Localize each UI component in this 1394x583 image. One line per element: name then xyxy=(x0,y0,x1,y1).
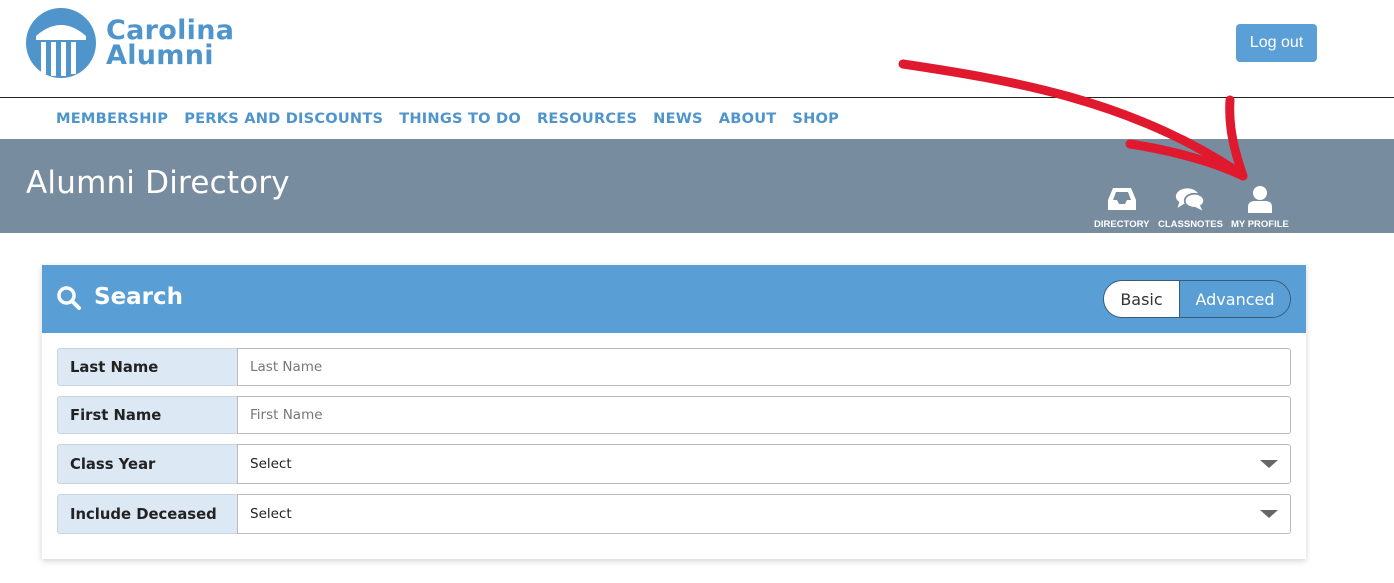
include-deceased-select[interactable]: Select xyxy=(237,494,1291,534)
include-deceased-selected-value: Select xyxy=(250,506,292,522)
nav-item-resources[interactable]: RESOURCES xyxy=(537,110,637,127)
basic-search-tab[interactable]: Basic xyxy=(1104,281,1180,317)
directory-banner: Alumni Directory DIRECTORY CLASSNOTES MY… xyxy=(0,139,1394,233)
nav-item-shop[interactable]: SHOP xyxy=(792,110,839,127)
nav-item-membership[interactable]: MEMBERSHIP xyxy=(56,110,168,127)
classnotes-link[interactable]: CLASSNOTES xyxy=(1158,185,1223,230)
carolina-alumni-logo[interactable]: Carolina Alumni xyxy=(26,8,234,78)
last-name-input[interactable] xyxy=(237,348,1291,386)
directory-link[interactable]: DIRECTORY xyxy=(1094,185,1149,230)
include-deceased-row: Include Deceased Select xyxy=(57,494,1291,534)
nav-item-news[interactable]: NEWS xyxy=(653,110,703,127)
old-well-logo-icon xyxy=(26,8,96,78)
classnotes-label: CLASSNOTES xyxy=(1158,219,1223,230)
nav-item-things-to-do[interactable]: THINGS TO DO xyxy=(399,110,521,127)
nav-item-perks-and-discounts[interactable]: PERKS AND DISCOUNTS xyxy=(184,110,383,127)
main-nav: MEMBERSHIP PERKS AND DISCOUNTS THINGS TO… xyxy=(56,110,839,127)
class-year-label: Class Year xyxy=(57,444,237,484)
site-header: Carolina Alumni Log out xyxy=(0,0,1394,98)
advanced-search-tab[interactable]: Advanced xyxy=(1180,281,1290,317)
search-title: Search xyxy=(94,284,184,310)
logout-button[interactable]: Log out xyxy=(1236,24,1317,62)
logo-wordmark: Carolina Alumni xyxy=(106,17,234,71)
class-year-row: Class Year Select xyxy=(57,444,1291,484)
search-icon xyxy=(57,286,81,310)
my-profile-link[interactable]: MY PROFILE xyxy=(1231,185,1289,230)
last-name-label: Last Name xyxy=(57,348,237,386)
user-icon xyxy=(1247,186,1272,213)
search-panel-header: Search Basic Advanced xyxy=(42,265,1306,333)
last-name-row: Last Name xyxy=(57,348,1291,386)
search-mode-toggle: Basic Advanced xyxy=(1103,280,1291,318)
class-year-selected-value: Select xyxy=(250,456,292,472)
chevron-down-icon xyxy=(1260,460,1278,468)
chevron-down-icon xyxy=(1260,510,1278,518)
comments-icon xyxy=(1176,188,1206,211)
my-profile-label: MY PROFILE xyxy=(1231,219,1289,230)
inbox-icon xyxy=(1107,188,1136,210)
first-name-row: First Name xyxy=(57,396,1291,434)
search-panel: Search Basic Advanced Last Name First Na… xyxy=(42,265,1306,559)
include-deceased-label: Include Deceased xyxy=(57,494,237,534)
class-year-select[interactable]: Select xyxy=(237,444,1291,484)
page-title: Alumni Directory xyxy=(26,165,290,201)
logo-line-2: Alumni xyxy=(106,40,214,71)
nav-item-about[interactable]: ABOUT xyxy=(719,110,777,127)
first-name-input[interactable] xyxy=(237,396,1291,434)
first-name-label: First Name xyxy=(57,396,237,434)
directory-label: DIRECTORY xyxy=(1094,219,1150,230)
